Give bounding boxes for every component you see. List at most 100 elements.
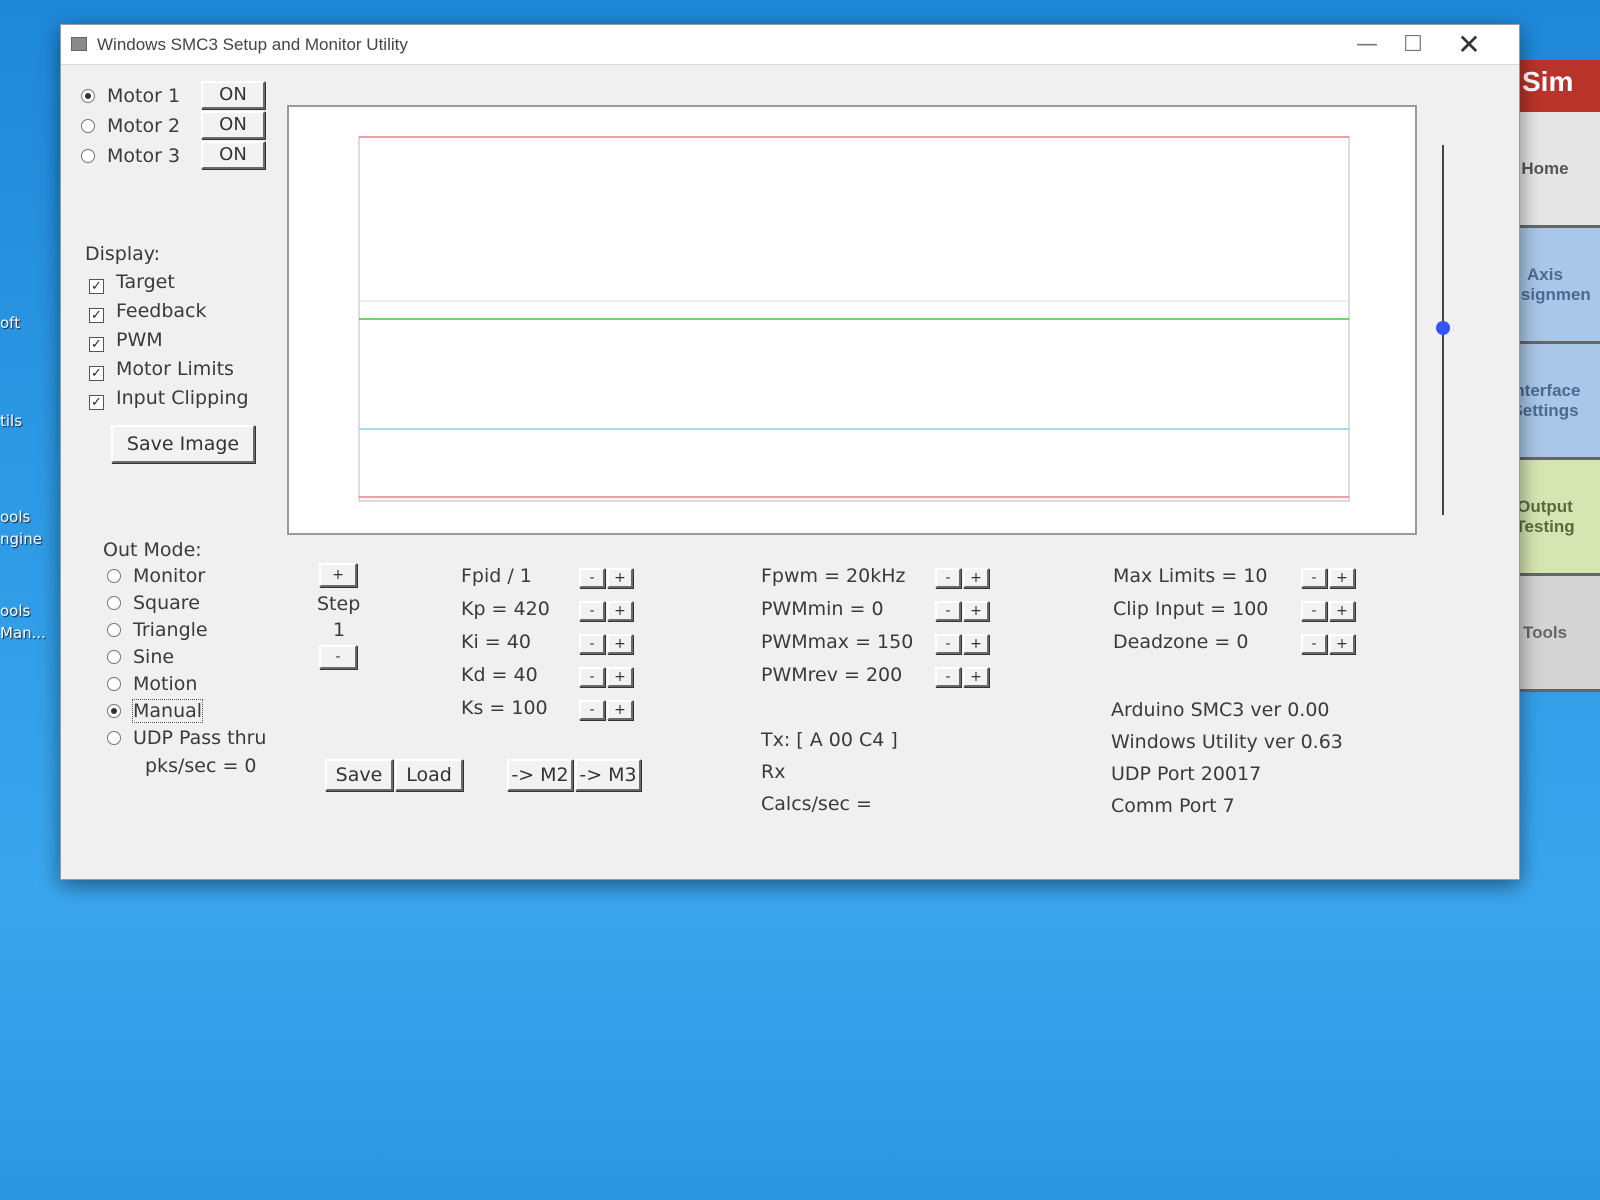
udp-port: UDP Port 20017 [1111,763,1262,785]
check-icon: ✓ [89,395,104,410]
motor-3-on-button[interactable]: ON [201,141,265,169]
clip-input-minus-button[interactable]: - [1301,601,1327,621]
kp-plus-button[interactable]: + [607,601,633,621]
ks-minus-button[interactable]: - [579,700,605,720]
motor-2-on-button[interactable]: ON [201,111,265,139]
fpid-plus-button[interactable]: + [607,568,633,588]
display-motor-limits-checkbox[interactable]: ✓ Motor Limits [89,358,234,381]
ks-label: Ks = 100 [461,697,548,719]
plot-canvas [358,136,1350,502]
check-icon: ✓ [89,279,104,294]
slider-thumb[interactable] [1436,321,1450,335]
desktop-label[interactable]: oft [0,314,20,332]
desktop-label[interactable]: ools [0,602,30,620]
kd-plus-button[interactable]: + [607,667,633,687]
motor-1-label: Motor 1 [107,85,181,107]
radio-icon [107,569,121,583]
max-limits-label: Max Limits = 10 [1113,565,1268,587]
mode-triangle-label: Triangle [133,619,208,641]
pwmmax-minus-button[interactable]: - [935,634,961,654]
step-minus-button[interactable]: - [319,645,357,669]
pwmmin-adjust: - + [935,598,991,621]
ki-minus-button[interactable]: - [579,634,605,654]
deadzone-minus-button[interactable]: - [1301,634,1327,654]
radio-icon [81,119,95,133]
fpwm-plus-button[interactable]: + [963,568,989,588]
motor-2-radio[interactable]: Motor 2 [81,115,180,137]
mode-sine-radio[interactable]: Sine [107,646,174,668]
desktop-label[interactable]: ngine [0,530,42,548]
display-input-clipping-checkbox[interactable]: ✓ Input Clipping [89,387,249,410]
mode-udp-label: UDP Pass thru [133,727,267,749]
save-button[interactable]: Save [325,759,393,791]
mode-square-label: Square [133,592,200,614]
max-limits-plus-button[interactable]: + [1329,568,1355,588]
step-plus-button[interactable]: + [319,563,357,587]
smc3-window: Windows SMC3 Setup and Monitor Utility —… [60,24,1520,880]
pwmmin-plus-button[interactable]: + [963,601,989,621]
display-feedback-checkbox[interactable]: ✓ Feedback [89,300,206,323]
maximize-button[interactable]: ☐ [1393,29,1433,59]
pwmrev-adjust: - + [935,664,991,687]
deadzone-plus-button[interactable]: + [1329,634,1355,654]
arduino-version: Arduino SMC3 ver 0.00 [1111,699,1330,721]
kp-label: Kp = 420 [461,598,550,620]
radio-selected-icon [81,89,95,103]
mode-motion-label: Motion [133,673,198,695]
minimize-button[interactable]: — [1347,29,1387,59]
radio-icon [107,623,121,637]
mode-monitor-radio[interactable]: Monitor [107,565,205,587]
manual-position-slider[interactable] [1433,145,1453,515]
rx-readout: Rx [761,761,786,783]
desktop-label[interactable]: ools [0,508,30,526]
mode-udp-radio[interactable]: UDP Pass thru [107,727,266,749]
sim-app-title: Sim [1522,66,1574,97]
display-pwm-checkbox[interactable]: ✓ PWM [89,329,163,352]
save-image-button[interactable]: Save Image [111,425,255,463]
motor-2-label: Motor 2 [107,115,181,137]
mode-motion-radio[interactable]: Motion [107,673,197,695]
kd-minus-button[interactable]: - [579,667,605,687]
motor-1-radio[interactable]: Motor 1 [81,85,180,107]
display-target-checkbox[interactable]: ✓ Target [89,271,175,294]
radio-icon [107,731,121,745]
check-icon: ✓ [89,337,104,352]
ki-plus-button[interactable]: + [607,634,633,654]
mode-sine-label: Sine [133,646,175,668]
max-limits-minus-button[interactable]: - [1301,568,1327,588]
pwmmin-minus-button[interactable]: - [935,601,961,621]
title-bar[interactable]: Windows SMC3 Setup and Monitor Utility —… [61,25,1519,65]
mode-square-radio[interactable]: Square [107,592,200,614]
ks-plus-button[interactable]: + [607,700,633,720]
utility-version: Windows Utility ver 0.63 [1111,731,1343,753]
clip-input-plus-button[interactable]: + [1329,601,1355,621]
fpwm-minus-button[interactable]: - [935,568,961,588]
deadzone-label: Deadzone = 0 [1113,631,1249,653]
load-button[interactable]: Load [395,759,463,791]
fpid-minus-button[interactable]: - [579,568,605,588]
kd-adjust: - + [579,664,635,687]
copy-to-m2-button[interactable]: -> M2 [507,759,573,791]
desktop-label[interactable]: tils [0,412,22,430]
tx-readout: Tx: [ A 00 C4 ] [761,729,898,751]
window-content: Motor 1 ON Motor 2 ON Motor 3 ON Display… [61,65,1519,879]
copy-to-m3-button[interactable]: -> M3 [575,759,641,791]
ki-adjust: - + [579,631,635,654]
mode-manual-radio[interactable]: Manual [107,699,204,723]
kp-minus-button[interactable]: - [579,601,605,621]
monitor-plot [287,105,1417,535]
display-target-label: Target [116,271,175,293]
radio-selected-icon [107,704,121,718]
close-button[interactable]: ✕ [1449,28,1489,61]
pwmrev-plus-button[interactable]: + [963,667,989,687]
motor-1-on-button[interactable]: ON [201,81,265,109]
motor-3-radio[interactable]: Motor 3 [81,145,180,167]
pwmmax-plus-button[interactable]: + [963,634,989,654]
mode-triangle-radio[interactable]: Triangle [107,619,208,641]
desktop-label[interactable]: Man... [0,624,46,642]
comm-port: Comm Port 7 [1111,795,1235,817]
pwmrev-minus-button[interactable]: - [935,667,961,687]
radio-icon [81,149,95,163]
pwmmax-label: PWMmax = 150 [761,631,914,653]
display-input-clipping-label: Input Clipping [116,387,249,409]
